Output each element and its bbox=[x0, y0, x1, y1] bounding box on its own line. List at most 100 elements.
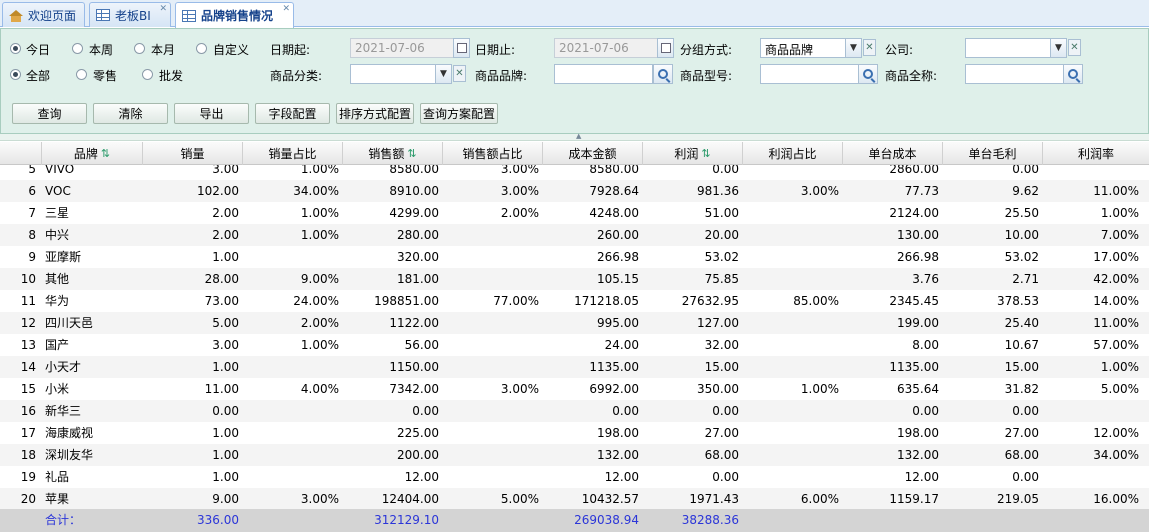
close-icon[interactable]: ✕ bbox=[159, 4, 167, 14]
panel-splitter[interactable]: ▲ bbox=[0, 132, 1149, 141]
radio-retail[interactable] bbox=[76, 69, 87, 80]
col-header-brand[interactable]: 品牌 ⇅ bbox=[42, 142, 143, 165]
fullname-field[interactable] bbox=[965, 64, 1064, 84]
col-header-margin-rate[interactable]: 利润率 bbox=[1043, 142, 1149, 165]
cell-sales: 4299.00 bbox=[389, 206, 439, 220]
date-to-field[interactable]: 2021-07-06 bbox=[554, 38, 658, 58]
table-row[interactable]: 12 四川天邑 5.00 2.00% 1122.00 995.00 127.00 199.00… bbox=[0, 312, 1149, 334]
cell-unit-cost: 77.73 bbox=[904, 184, 939, 198]
table-row[interactable]: 18 深圳友华 1.00 200.00 132.00 68.00 132.00 68.00 34… bbox=[0, 444, 1149, 466]
cell-qty: 1.00 bbox=[212, 470, 239, 484]
field-config-button[interactable]: 字段配置 bbox=[255, 103, 330, 124]
table-row[interactable]: 8 中兴 2.00 1.00% 280.00 260.00 20.00 130.00 10.00… bbox=[0, 224, 1149, 246]
cell-sales-pct: 3.00% bbox=[500, 184, 539, 198]
fullname-label: 商品全称: bbox=[885, 69, 938, 83]
col-header-profit[interactable]: 利润 ⇅ bbox=[643, 142, 743, 165]
chevron-down-icon[interactable]: ▼ bbox=[845, 38, 862, 58]
search-icon[interactable] bbox=[1063, 64, 1083, 84]
radio-this-week[interactable] bbox=[72, 43, 83, 54]
table-row[interactable]: 6 VOC 102.00 34.00% 8910.00 3.00% 7928.64 981.3… bbox=[0, 180, 1149, 202]
col-header-profit-pct[interactable]: 利润占比 bbox=[743, 142, 843, 165]
table-row[interactable]: 5 VIVO 3.00 1.00% 8580.00 3.00% 8580.00 0.00 286… bbox=[0, 165, 1149, 180]
chevron-down-icon[interactable]: ▼ bbox=[1050, 38, 1067, 58]
cell-unit-cost: 2345.45 bbox=[889, 294, 939, 308]
sort-icon[interactable]: ⇅ bbox=[101, 147, 110, 160]
cell-brand: 小天才 bbox=[45, 360, 82, 374]
cell-profit-pct: 85.00% bbox=[793, 294, 839, 308]
radio-custom[interactable] bbox=[196, 43, 207, 54]
table-row[interactable]: 9 亚摩斯 1.00 320.00 266.98 53.02 266.98 53.02 17.0… bbox=[0, 246, 1149, 268]
export-button[interactable]: 导出 bbox=[174, 103, 249, 124]
cell-profit-pct bbox=[743, 400, 843, 422]
date-from-field[interactable]: 2021-07-06 bbox=[350, 38, 454, 58]
table-row[interactable]: 19 礼品 1.00 12.00 12.00 0.00 12.00 0.00 bbox=[0, 466, 1149, 488]
search-icon[interactable] bbox=[653, 64, 673, 84]
sort-config-button[interactable]: 排序方式配置 bbox=[336, 103, 414, 124]
col-header-cost[interactable]: 成本金额 bbox=[543, 142, 643, 165]
cell-qty: 1.00 bbox=[212, 426, 239, 440]
sort-icon[interactable]: ⇅ bbox=[407, 147, 416, 160]
col-header-sales-pct[interactable]: 销售额占比 bbox=[443, 142, 543, 165]
collapse-icon[interactable]: ▲ bbox=[576, 132, 581, 140]
clear-icon[interactable]: ✕ bbox=[453, 65, 466, 82]
table-row[interactable]: 10 其他 28.00 9.00% 181.00 105.15 75.85 3.76 2.71 4… bbox=[0, 268, 1149, 290]
brand-field[interactable] bbox=[554, 64, 653, 84]
cell-unit-cost: 635.64 bbox=[897, 382, 939, 396]
scheme-config-button[interactable]: 查询方案配置 bbox=[420, 103, 498, 124]
clear-icon[interactable]: ✕ bbox=[863, 39, 876, 56]
cell-cost: 12.00 bbox=[604, 470, 639, 484]
cell-sales: 8580.00 bbox=[389, 165, 439, 176]
col-header-qty[interactable]: 销量 bbox=[143, 142, 243, 165]
radio-label: 本周 bbox=[89, 43, 114, 57]
model-field[interactable] bbox=[760, 64, 859, 84]
radio-label: 本月 bbox=[151, 43, 176, 57]
cell-qty: 2.00 bbox=[212, 206, 239, 220]
table-row[interactable]: 7 三星 2.00 1.00% 4299.00 2.00% 4248.00 51.00 2124… bbox=[0, 202, 1149, 224]
table-row[interactable]: 13 国产 3.00 1.00% 56.00 24.00 32.00 8.00 10.67 57.… bbox=[0, 334, 1149, 356]
table-row[interactable]: 17 海康威视 1.00 225.00 198.00 27.00 198.00 27.00 12… bbox=[0, 422, 1149, 444]
clear-icon[interactable]: ✕ bbox=[1068, 39, 1081, 56]
radio-today[interactable] bbox=[10, 43, 21, 54]
cell-profit-pct bbox=[743, 165, 843, 180]
col-header-unit-margin[interactable]: 单台毛利 bbox=[943, 142, 1043, 165]
cell-margin-rate: 34.00% bbox=[1093, 448, 1139, 462]
radio-wholesale[interactable] bbox=[142, 69, 153, 80]
tab-brand-sales[interactable]: 品牌销售情况 ✕ bbox=[175, 2, 294, 28]
cell-qty-pct bbox=[243, 444, 343, 466]
chevron-down-icon[interactable]: ▼ bbox=[435, 64, 452, 84]
calendar-icon[interactable] bbox=[453, 38, 470, 58]
table-row[interactable]: 11 华为 73.00 24.00% 198851.00 77.00% 171218.05 2… bbox=[0, 290, 1149, 312]
close-icon[interactable]: ✕ bbox=[282, 4, 290, 14]
cell-unit-margin: 9.62 bbox=[1012, 184, 1039, 198]
table-row[interactable]: 15 小米 11.00 4.00% 7342.00 3.00% 6992.00 350.00 1… bbox=[0, 378, 1149, 400]
tab-welcome[interactable]: 欢迎页面 bbox=[2, 2, 85, 27]
date-to-label: 日期止: bbox=[475, 43, 516, 57]
cell-qty: 1.00 bbox=[212, 360, 239, 374]
col-header-sales[interactable]: 销售额 ⇅ bbox=[343, 142, 443, 165]
cell-sales: 12.00 bbox=[404, 470, 439, 484]
company-select[interactable] bbox=[965, 38, 1051, 58]
radio-label: 自定义 bbox=[213, 43, 250, 57]
radio-all[interactable] bbox=[10, 69, 21, 80]
sort-icon[interactable]: ⇅ bbox=[701, 147, 710, 160]
col-header-qty-pct[interactable]: 销量占比 bbox=[243, 142, 343, 165]
cell-sales: 200.00 bbox=[397, 448, 439, 462]
tab-boss-bi[interactable]: 老板BI ✕ bbox=[89, 2, 171, 27]
group-select[interactable]: 商品品牌 bbox=[760, 38, 846, 58]
table-row[interactable]: 14 小天才 1.00 1150.00 1135.00 15.00 1135.00 15.00… bbox=[0, 356, 1149, 378]
search-icon[interactable] bbox=[858, 64, 878, 84]
cell-sales: 12404.00 bbox=[381, 492, 439, 506]
cell-unit-margin: 68.00 bbox=[1004, 448, 1039, 462]
calendar-icon[interactable] bbox=[657, 38, 674, 58]
cell-brand: 亚摩斯 bbox=[45, 250, 82, 264]
cell-qty: 2.00 bbox=[212, 228, 239, 242]
query-button[interactable]: 查询 bbox=[12, 103, 87, 124]
table-row[interactable]: 16 新华三 0.00 0.00 0.00 0.00 0.00 0.00 bbox=[0, 400, 1149, 422]
col-header-unit-cost[interactable]: 单台成本 bbox=[843, 142, 943, 165]
cell-profit-pct bbox=[743, 444, 843, 466]
table-row[interactable]: 20 苹果 9.00 3.00% 12404.00 5.00% 10432.57 1971.4… bbox=[0, 488, 1149, 509]
radio-this-month[interactable] bbox=[134, 43, 145, 54]
clear-button[interactable]: 清除 bbox=[93, 103, 168, 124]
cell-cost: 1135.00 bbox=[589, 360, 639, 374]
category-select[interactable] bbox=[350, 64, 436, 84]
